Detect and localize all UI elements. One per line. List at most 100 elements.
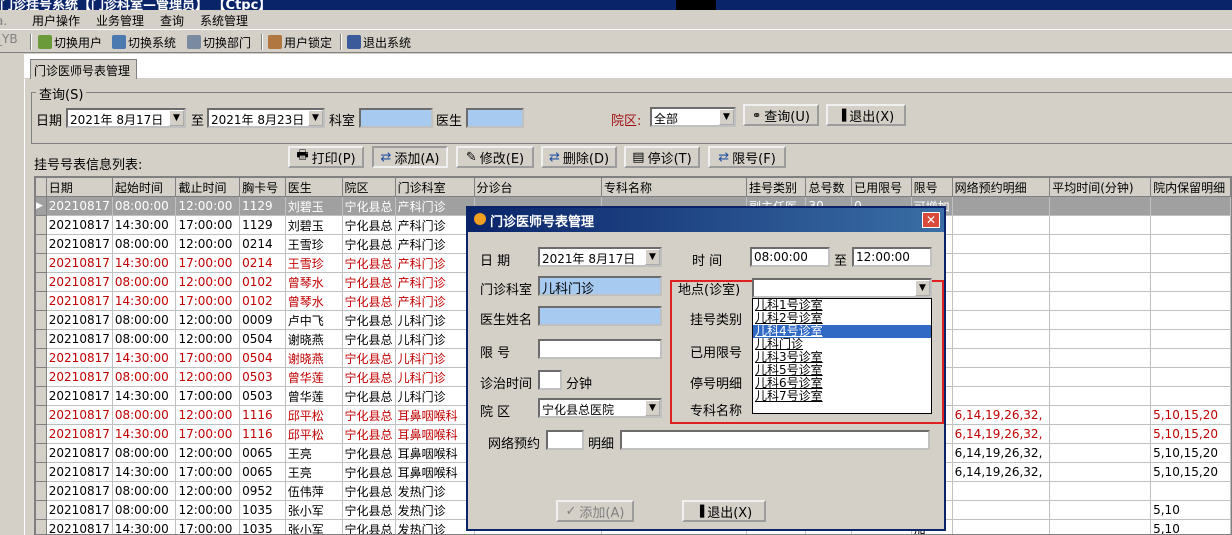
add-button[interactable]: ⇄ 添加(A)	[372, 146, 448, 168]
column-header[interactable]: 起始时间	[111, 177, 177, 197]
delete-button[interactable]: ⇄ 删除(D)	[541, 146, 617, 168]
row-indicator[interactable]	[35, 462, 47, 482]
row-indicator[interactable]	[35, 367, 47, 387]
table-cell: 宁化县总	[341, 348, 396, 368]
row-indicator[interactable]	[35, 405, 47, 425]
table-cell: 0065	[239, 443, 286, 463]
table-cell: 20210817	[45, 405, 113, 425]
table-cell: 0504	[239, 329, 286, 349]
dialog-campus-select[interactable]: 宁化县总医院 ▼	[538, 398, 662, 418]
menu-system[interactable]: 系统管理	[200, 12, 248, 29]
table-cell: 12:00:00	[175, 443, 241, 463]
menu-business[interactable]: 业务管理	[96, 12, 144, 29]
table-cell	[1049, 196, 1152, 216]
row-indicator[interactable]	[35, 481, 47, 501]
column-header[interactable]: 医生	[284, 177, 343, 197]
dialog-dept-value: 儿科门诊	[542, 282, 595, 297]
time-to-spinner[interactable]: 12:00:00	[852, 247, 932, 267]
dialog-detail-input[interactable]	[620, 430, 930, 450]
tab-doctor-schedule[interactable]: 门诊医师号表管理	[30, 59, 137, 79]
row-indicator[interactable]	[35, 215, 47, 235]
row-indicator[interactable]	[35, 329, 47, 349]
table-cell: 邱平松	[284, 405, 343, 425]
chevron-down-icon[interactable]: ▼	[169, 110, 184, 126]
menu-user-ops[interactable]: 用户操作	[32, 12, 80, 29]
table-cell	[951, 329, 1051, 349]
column-header[interactable]: 限号	[910, 177, 953, 197]
row-indicator[interactable]	[35, 500, 47, 520]
dialog-doctor-field[interactable]	[538, 306, 662, 326]
switch-user-button[interactable]: 切换用户	[38, 34, 102, 50]
dialog-stop-detail-label: 停号明细	[690, 377, 743, 392]
column-header[interactable]: 专科名称	[600, 177, 747, 197]
row-indicator[interactable]	[35, 310, 47, 330]
chevron-down-icon[interactable]: ▼	[645, 400, 660, 416]
row-indicator[interactable]	[35, 348, 47, 368]
table-cell	[1150, 367, 1231, 387]
chevron-down-icon[interactable]: ▼	[645, 249, 660, 265]
print-button[interactable]: 🖶 打印(P)	[288, 146, 364, 168]
row-pointer-icon[interactable]: ▶	[35, 196, 47, 216]
table-cell	[951, 234, 1051, 254]
table-cell: 20210817	[45, 215, 113, 235]
exit-system-button[interactable]: 退出系统	[347, 34, 411, 50]
switch-system-button[interactable]: 切换系统	[112, 34, 176, 50]
date-to-picker[interactable]: 2021年 8月23日 ▼	[207, 108, 325, 128]
dept-input[interactable]	[359, 108, 433, 128]
row-indicator[interactable]	[35, 519, 47, 534]
row-indicator[interactable]	[35, 291, 47, 311]
chevron-down-icon[interactable]: ▼	[308, 110, 323, 126]
column-header[interactable]: 已用限号	[851, 177, 912, 197]
column-header[interactable]: 截止时间	[175, 177, 241, 197]
row-indicator[interactable]	[35, 234, 47, 254]
dialog-limit-input[interactable]	[538, 339, 662, 359]
chevron-down-icon[interactable]: ▼	[915, 280, 930, 296]
row-indicator[interactable]	[35, 424, 47, 444]
dialog-net-input[interactable]	[546, 430, 584, 450]
chevron-down-icon[interactable]: ▼	[719, 109, 734, 125]
campus-select[interactable]: 全部 ▼	[650, 107, 736, 127]
row-indicator[interactable]	[35, 443, 47, 463]
dialog-exit-button[interactable]: ▐ 退出(X)	[682, 500, 766, 522]
row-indicator[interactable]	[35, 272, 47, 292]
column-header[interactable]: 网络预约明细	[951, 177, 1051, 197]
close-icon[interactable]: ✕	[922, 212, 940, 228]
table-cell: 20210817	[45, 196, 113, 216]
column-header[interactable]: 胸卡号	[239, 177, 286, 197]
dialog-add-button[interactable]: ✓ 添加(A)	[556, 500, 634, 522]
dialog-date-picker[interactable]: 2021年 8月17日 ▼	[538, 247, 662, 267]
column-header[interactable]: 院区	[341, 177, 396, 197]
table-cell: 1035	[239, 500, 286, 520]
table-cell	[1049, 234, 1152, 254]
limit-button[interactable]: ⇄ 限号(F)	[708, 146, 786, 168]
column-header[interactable]: 平均时间(分钟)	[1049, 177, 1152, 197]
column-header[interactable]: 院内保留明细	[1150, 177, 1231, 197]
dialog-duration-input[interactable]	[538, 370, 562, 390]
row-indicator[interactable]	[35, 253, 47, 273]
location-select[interactable]: ▼	[752, 278, 932, 298]
location-dropdown-list[interactable]: 儿科1号诊室 儿科2号诊室 儿科4号诊室 儿科门诊 儿科3号诊室 儿科5号诊室 儿科6号诊室…	[752, 298, 932, 414]
menu-query[interactable]: 查询	[160, 12, 184, 29]
column-header[interactable]: 门诊科室	[394, 177, 475, 197]
column-header[interactable]: 分诊台	[473, 177, 602, 197]
date-from-picker[interactable]: 2021年 8月17日 ▼	[66, 108, 186, 128]
location-option[interactable]: 儿科7号诊室	[753, 390, 931, 403]
suspend-button[interactable]: ▤ 停诊(T)	[624, 146, 700, 168]
column-header[interactable]: 日期	[45, 177, 113, 197]
column-header[interactable]: 挂号类别	[745, 177, 807, 197]
switch-system-label: 切换系统	[128, 35, 177, 50]
row-indicator[interactable]	[35, 386, 47, 406]
column-header[interactable]: 总号数	[805, 177, 853, 197]
doctor-input[interactable]	[466, 108, 524, 128]
lock-user-button[interactable]: 用户锁定	[268, 34, 332, 50]
edit-button[interactable]: ✎ 修改(E)	[456, 146, 534, 168]
switch-dept-button[interactable]: 切换部门	[187, 34, 251, 50]
dialog-dept-field[interactable]: 儿科门诊	[538, 276, 662, 297]
time-to-value: 12:00:00	[856, 250, 910, 264]
query-exit-button[interactable]: ▐ 退出(X)	[826, 104, 906, 126]
table-cell	[1049, 310, 1152, 330]
dialog-dept-label: 门诊科室	[480, 283, 533, 298]
query-button[interactable]: ⚭ 查询(U)	[743, 104, 819, 126]
table-cell	[1049, 462, 1152, 482]
time-from-spinner[interactable]: 08:00:00	[750, 247, 830, 267]
